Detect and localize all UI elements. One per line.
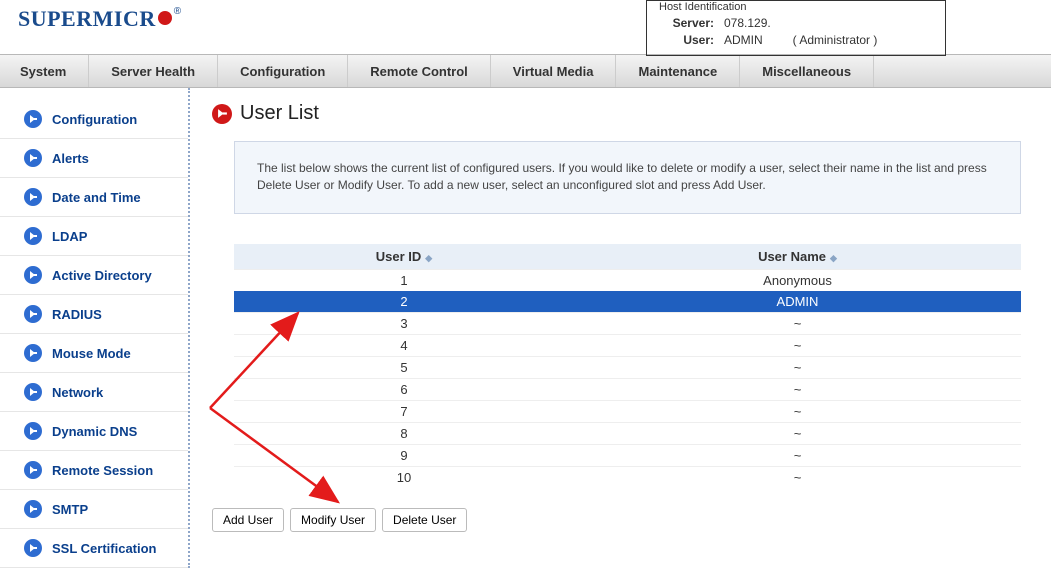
topnav-item-maintenance[interactable]: Maintenance <box>616 55 740 87</box>
col-header-username[interactable]: User Name◆ <box>574 244 1021 270</box>
cell-userid: 1 <box>234 269 574 291</box>
table-row[interactable]: 3~ <box>234 312 1021 334</box>
topnav-item-remote-control[interactable]: Remote Control <box>348 55 491 87</box>
host-server-value: 078.129. <box>724 15 771 32</box>
sidebar-item-mouse-mode[interactable]: Mouse Mode <box>0 334 188 373</box>
cell-userid: 7 <box>234 400 574 422</box>
sidebar-item-label: SMTP <box>52 502 88 517</box>
arrow-right-icon <box>212 104 232 124</box>
logo-text: SUPERMICR <box>18 6 156 32</box>
topnav-item-system[interactable]: System <box>0 55 89 87</box>
sidebar-item-alerts[interactable]: Alerts <box>0 139 188 178</box>
sidebar-item-label: Mouse Mode <box>52 346 131 361</box>
cell-userid: 9 <box>234 444 574 466</box>
cell-username: ~ <box>574 422 1021 444</box>
table-row[interactable]: 8~ <box>234 422 1021 444</box>
user-table: User ID◆ User Name◆ 1Anonymous2ADMIN3~4~… <box>234 244 1021 488</box>
sort-icon: ◆ <box>830 253 837 263</box>
arrow-right-icon <box>24 266 42 284</box>
arrow-right-icon <box>24 422 42 440</box>
cell-userid: 4 <box>234 334 574 356</box>
table-row[interactable]: 4~ <box>234 334 1021 356</box>
cell-userid: 5 <box>234 356 574 378</box>
cell-username: ~ <box>574 378 1021 400</box>
arrow-right-icon <box>24 188 42 206</box>
logo-registered-icon: ® <box>174 6 181 17</box>
page-title: User List <box>212 102 1021 125</box>
table-row[interactable]: 10~ <box>234 466 1021 488</box>
sort-icon: ◆ <box>425 253 432 263</box>
sidebar-item-label: SSL Certification <box>52 541 157 556</box>
topnav-item-server-health[interactable]: Server Health <box>89 55 218 87</box>
cell-userid: 8 <box>234 422 574 444</box>
sidebar-item-network[interactable]: Network <box>0 373 188 412</box>
arrow-right-icon <box>24 539 42 557</box>
sidebar-item-label: Dynamic DNS <box>52 424 137 439</box>
col-header-userid[interactable]: User ID◆ <box>234 244 574 270</box>
topnav-item-virtual-media[interactable]: Virtual Media <box>491 55 617 87</box>
logo: SUPERMICR ® <box>18 6 181 32</box>
sidebar-item-remote-session[interactable]: Remote Session <box>0 451 188 490</box>
modify-user-button[interactable]: Modify User <box>290 508 376 532</box>
sidebar-item-label: Remote Session <box>52 463 153 478</box>
cell-username: Anonymous <box>574 269 1021 291</box>
topnav-item-miscellaneous[interactable]: Miscellaneous <box>740 55 874 87</box>
arrow-right-icon <box>24 500 42 518</box>
arrow-right-icon <box>24 149 42 167</box>
table-row[interactable]: 5~ <box>234 356 1021 378</box>
sidebar-item-ssl-certification[interactable]: SSL Certification <box>0 529 188 568</box>
sidebar-item-smtp[interactable]: SMTP <box>0 490 188 529</box>
cell-username: ~ <box>574 312 1021 334</box>
host-box-title: Host Identification <box>659 1 933 13</box>
cell-username: ~ <box>574 444 1021 466</box>
sidebar-item-configuration[interactable]: Configuration <box>0 100 188 139</box>
sidebar-item-active-directory[interactable]: Active Directory <box>0 256 188 295</box>
arrow-right-icon <box>24 383 42 401</box>
sidebar-item-dynamic-dns[interactable]: Dynamic DNS <box>0 412 188 451</box>
table-row[interactable]: 6~ <box>234 378 1021 400</box>
sidebar-item-label: Date and Time <box>52 190 141 205</box>
cell-username: ~ <box>574 466 1021 488</box>
cell-userid: 3 <box>234 312 574 334</box>
arrow-right-icon <box>24 461 42 479</box>
cell-username: ~ <box>574 400 1021 422</box>
cell-username: ~ <box>574 356 1021 378</box>
cell-userid: 10 <box>234 466 574 488</box>
sidebar: Configuration Alerts Date and Time LDAP Acti… <box>0 88 190 568</box>
host-server-label: Server: <box>659 15 714 32</box>
logo-dot-icon <box>158 11 172 25</box>
table-row[interactable]: 1Anonymous <box>234 269 1021 291</box>
cell-userid: 2 <box>234 291 574 313</box>
topnav-item-configuration[interactable]: Configuration <box>218 55 348 87</box>
cell-username: ADMIN <box>574 291 1021 313</box>
info-panel: The list below shows the current list of… <box>234 141 1021 214</box>
arrow-right-icon <box>24 110 42 128</box>
table-row[interactable]: 9~ <box>234 444 1021 466</box>
host-user-role: ( Administrator ) <box>793 32 878 49</box>
page-title-text: User List <box>240 102 319 125</box>
sidebar-item-label: Alerts <box>52 151 89 166</box>
sidebar-item-date-and-time[interactable]: Date and Time <box>0 178 188 217</box>
table-row[interactable]: 2ADMIN <box>234 291 1021 313</box>
sidebar-item-label: Network <box>52 385 103 400</box>
host-user-label: User: <box>659 32 714 49</box>
sidebar-item-ldap[interactable]: LDAP <box>0 217 188 256</box>
add-user-button[interactable]: Add User <box>212 508 284 532</box>
sidebar-item-label: LDAP <box>52 229 87 244</box>
table-row[interactable]: 7~ <box>234 400 1021 422</box>
cell-username: ~ <box>574 334 1021 356</box>
host-identification-box: Host Identification Server: 078.129. Use… <box>646 0 946 56</box>
arrow-right-icon <box>24 344 42 362</box>
cell-userid: 6 <box>234 378 574 400</box>
arrow-right-icon <box>24 305 42 323</box>
host-user-value: ADMIN <box>724 32 763 49</box>
sidebar-item-radius[interactable]: RADIUS <box>0 295 188 334</box>
sidebar-item-label: RADIUS <box>52 307 102 322</box>
delete-user-button[interactable]: Delete User <box>382 508 467 532</box>
sidebar-item-label: Active Directory <box>52 268 152 283</box>
sidebar-item-label: Configuration <box>52 112 137 127</box>
arrow-right-icon <box>24 227 42 245</box>
top-nav: SystemServer HealthConfigurationRemote C… <box>0 54 1051 88</box>
